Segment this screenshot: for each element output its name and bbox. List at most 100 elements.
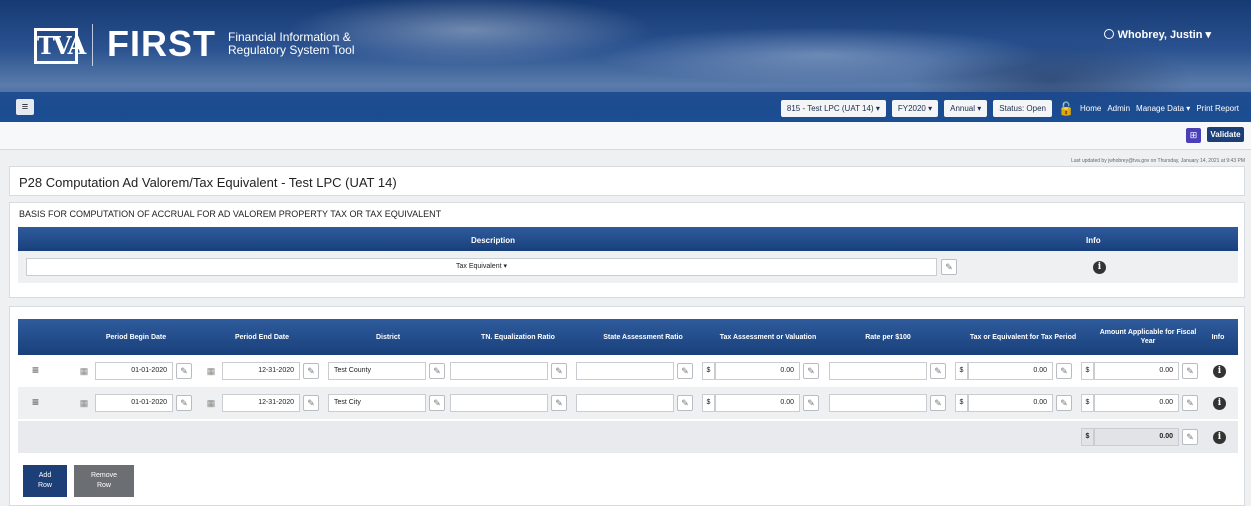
hamburger-menu-button[interactable]: ≡	[16, 99, 34, 115]
edit-icon[interactable]: ✎	[551, 395, 567, 411]
period-dropdown[interactable]: Annual ▾	[944, 99, 988, 117]
edit-icon[interactable]: ✎	[930, 395, 946, 411]
tax-period-input[interactable]: 0.00	[968, 362, 1053, 380]
fiscal-year-value: FY2020	[897, 103, 926, 113]
calendar-icon[interactable]: ▦	[75, 394, 93, 412]
info-column-header: Info	[1086, 236, 1101, 245]
page-title-panel: P28 Computation Ad Valorem/Tax Equivalen…	[9, 166, 1245, 196]
fiscal-year-cell: $ 0.00 ✎	[1081, 362, 1201, 380]
edit-icon[interactable]: ✎	[930, 363, 946, 379]
description-value: Tax Equivalent	[456, 263, 502, 270]
tn-ratio-input[interactable]	[450, 394, 548, 412]
table-header: Period Begin Date Period End Date Distri…	[18, 319, 1238, 355]
currency-symbol: $	[1081, 362, 1094, 380]
district-input[interactable]: Test City	[328, 394, 426, 412]
status-badge: Status: Open	[993, 99, 1052, 117]
entity-dropdown[interactable]: 815 - Test LPC (UAT 14) ▾	[780, 99, 886, 117]
edit-icon[interactable]: ✎	[1056, 395, 1072, 411]
nav-admin-link[interactable]: Admin	[1107, 104, 1130, 113]
currency-symbol: $	[702, 362, 715, 380]
calendar-icon[interactable]: ▦	[202, 362, 220, 380]
nav-print-report-link[interactable]: Print Report	[1196, 104, 1239, 113]
fiscal-year-input[interactable]: 0.00	[1094, 362, 1179, 380]
period-begin-cell: ▦ 01-01-2020 ✎	[75, 394, 195, 412]
page-title: P28 Computation Ad Valorem/Tax Equivalen…	[19, 175, 397, 190]
rate-input[interactable]	[829, 362, 927, 380]
assessment-input[interactable]: 0.00	[715, 394, 800, 412]
period-begin-input[interactable]: 01-01-2020	[95, 394, 173, 412]
calendar-icon[interactable]: ▦	[75, 362, 93, 380]
calculator-icon[interactable]: ⊞	[1186, 128, 1201, 143]
info-icon[interactable]: i	[1213, 397, 1226, 410]
tn-ratio-input[interactable]	[450, 362, 548, 380]
description-column-header: Description	[470, 236, 515, 245]
fiscal-year-dropdown[interactable]: FY2020 ▾	[891, 99, 939, 117]
nav-right: 815 - Test LPC (UAT 14) ▾ FY2020 ▾ Annua…	[780, 99, 1239, 117]
edit-icon[interactable]: ✎	[429, 363, 445, 379]
validate-button[interactable]: Validate	[1207, 127, 1244, 142]
edit-icon[interactable]: ✎	[176, 363, 192, 379]
edit-icon[interactable]: ✎	[551, 363, 567, 379]
district-input[interactable]: Test County	[328, 362, 426, 380]
currency-symbol: $	[1081, 394, 1094, 412]
edit-icon[interactable]: ✎	[1182, 429, 1198, 445]
edit-icon[interactable]: ✎	[429, 395, 445, 411]
column-header-state-ratio: State Assessment Ratio	[603, 333, 683, 341]
remove-row-button[interactable]: Remove Row	[74, 465, 134, 497]
period-end-cell: ▦ 12-31-2020 ✎	[202, 362, 322, 380]
period-begin-cell: ▦ 01-01-2020 ✎	[75, 362, 195, 380]
description-dropdown[interactable]: Tax Equivalent ▾	[26, 258, 937, 276]
column-header-info: Info	[1211, 333, 1225, 341]
edit-icon[interactable]: ✎	[1056, 363, 1072, 379]
info-icon[interactable]: i	[1213, 431, 1226, 444]
rate-input[interactable]	[829, 394, 927, 412]
column-header-rate: Rate per $100	[865, 333, 911, 341]
add-row-label-1: Add	[38, 472, 52, 479]
edit-icon[interactable]: ✎	[677, 395, 693, 411]
currency-symbol: $	[1081, 428, 1094, 446]
edit-icon[interactable]: ✎	[803, 395, 819, 411]
edit-icon[interactable]: ✎	[1182, 363, 1198, 379]
basis-table-header: Description Info	[18, 227, 1238, 251]
state-ratio-cell: ✎	[576, 362, 696, 380]
period-value: Annual	[950, 103, 976, 113]
state-ratio-input[interactable]	[576, 362, 674, 380]
calendar-icon[interactable]: ▦	[202, 394, 220, 412]
info-icon[interactable]: i	[1093, 261, 1106, 274]
period-begin-input[interactable]: 01-01-2020	[95, 362, 173, 380]
info-icon[interactable]: i	[1213, 365, 1226, 378]
drag-handle-icon[interactable]: ≡	[32, 363, 39, 377]
period-end-input[interactable]: 12-31-2020	[222, 362, 300, 380]
tva-logo: TVA	[34, 28, 86, 64]
rate-cell: ✎	[829, 394, 949, 412]
edit-icon[interactable]: ✎	[303, 395, 319, 411]
column-header-tax-period: Tax or Equivalent for Tax Period	[969, 333, 1077, 341]
assessment-input[interactable]: 0.00	[715, 362, 800, 380]
fiscal-year-input[interactable]: 0.00	[1094, 394, 1179, 412]
table-row: ≡ ▦ 01-01-2020 ✎ ▦ 12-31-2020 ✎ Test Cit…	[18, 387, 1238, 419]
edit-icon[interactable]: ✎	[941, 259, 957, 275]
state-ratio-input[interactable]	[576, 394, 674, 412]
user-icon	[1103, 29, 1114, 39]
basis-section-title: BASIS FOR COMPUTATION OF ACCRUAL FOR AD …	[19, 209, 442, 219]
user-menu[interactable]: Whobrey, Justin ▾	[1103, 28, 1211, 41]
edit-icon[interactable]: ✎	[176, 395, 192, 411]
column-header-fiscal-year: Amount Applicable for Fiscal Year	[1099, 329, 1197, 345]
tax-period-cell: $ 0.00 ✎	[955, 362, 1075, 380]
edit-icon[interactable]: ✎	[677, 363, 693, 379]
remove-row-label-1: Remove	[90, 472, 118, 479]
drag-handle-icon[interactable]: ≡	[32, 395, 39, 409]
column-header-assessment: Tax Assessment or Valuation	[719, 333, 817, 341]
tax-period-input[interactable]: 0.00	[968, 394, 1053, 412]
edit-icon[interactable]: ✎	[303, 363, 319, 379]
add-row-button[interactable]: Add Row	[23, 465, 67, 497]
unlock-icon[interactable]: 🔓	[1058, 100, 1074, 117]
fiscal-year-cell: $ 0.00 ✎	[1081, 394, 1201, 412]
manage-data-label: Manage Data	[1136, 103, 1185, 113]
nav-manage-data-dropdown[interactable]: Manage Data ▾	[1136, 104, 1190, 113]
assessment-cell: $ 0.00 ✎	[702, 394, 822, 412]
period-end-input[interactable]: 12-31-2020	[222, 394, 300, 412]
edit-icon[interactable]: ✎	[1182, 395, 1198, 411]
nav-home-link[interactable]: Home	[1080, 104, 1101, 113]
edit-icon[interactable]: ✎	[803, 363, 819, 379]
